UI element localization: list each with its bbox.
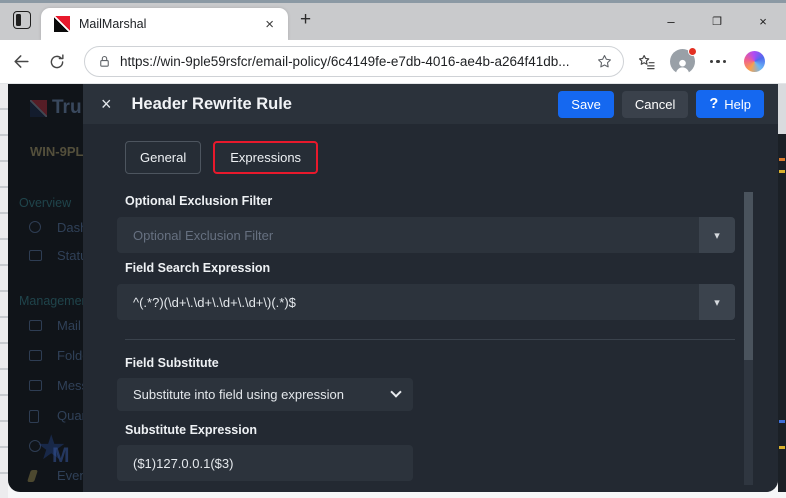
minimize-button[interactable]: – — [648, 3, 694, 40]
exclusion-filter-input[interactable] — [117, 217, 693, 253]
tab-expressions[interactable]: Expressions — [213, 141, 318, 174]
exclusion-filter-combo: ▾ — [117, 217, 735, 253]
help-button[interactable]: ? Help — [696, 90, 764, 118]
exclusion-filter-dropdown-button[interactable]: ▾ — [699, 217, 735, 253]
copilot-button[interactable] — [740, 48, 768, 76]
header-rewrite-rule-dialog: × Header Rewrite Rule Save Cancel ?Help … — [83, 84, 778, 492]
mail-servers-icon — [29, 320, 42, 331]
window-controls: – ❐ × — [648, 3, 786, 40]
tab-title: MailMarshal — [79, 17, 259, 31]
new-tab-button[interactable]: + — [288, 3, 323, 40]
dialog-scrollbar-track[interactable] — [744, 192, 753, 485]
page-right-edge-top — [778, 84, 786, 134]
events-bolt-icon — [27, 470, 38, 482]
tab-manager-icon[interactable] — [13, 11, 31, 29]
refresh-icon — [48, 53, 66, 71]
lock-icon — [97, 54, 112, 69]
dialog-header: × Header Rewrite Rule Save Cancel ? Help — [83, 84, 778, 124]
save-button[interactable]: Save — [558, 91, 614, 118]
mailmarshal-app-background: Tru WIN-9PLE Overview Dashb Status Manag… — [8, 84, 778, 492]
page-left-edge — [0, 84, 8, 498]
substitute-expression-label: Substitute Expression — [125, 423, 257, 437]
help-label: Help — [724, 97, 751, 112]
section-divider — [125, 339, 735, 340]
scroll-marker — [779, 158, 785, 161]
brand-text: Tru — [52, 97, 82, 119]
dashboard-icon — [29, 221, 41, 233]
exclusion-filter-label: Optional Exclusion Filter — [125, 194, 272, 208]
back-icon — [12, 52, 31, 71]
browser-toolbar: https://win-9ple59rsfcr/email-policy/6c4… — [0, 40, 786, 84]
dialog-scrollbar-thumb[interactable] — [744, 192, 753, 360]
sidebar-section-overview: Overview — [19, 196, 71, 210]
copilot-icon — [744, 51, 765, 72]
tab-close-icon[interactable]: × — [259, 14, 280, 35]
mailmarshal-favicon — [54, 16, 70, 32]
search-expression-dropdown-button[interactable]: ▾ — [699, 284, 735, 320]
dialog-title: Header Rewrite Rule — [132, 95, 551, 114]
search-expression-input[interactable] — [117, 284, 693, 320]
caret-down-icon: ▾ — [714, 229, 720, 242]
browser-titlebar: MailMarshal × + – ❐ × — [0, 3, 786, 40]
ellipsis-icon — [710, 60, 727, 64]
settings-more-button[interactable] — [704, 48, 732, 76]
field-substitute-value: Substitute into field using expression — [133, 387, 344, 402]
address-bar[interactable]: https://win-9ple59rsfcr/email-policy/6c4… — [84, 46, 624, 77]
dialog-tabs: General Expressions — [125, 141, 318, 174]
caret-down-icon: ▾ — [714, 296, 720, 309]
profile-button[interactable] — [668, 48, 696, 76]
trustwave-logo-icon — [30, 100, 47, 117]
messages-icon — [29, 380, 42, 391]
mailmarshal-watermark-letter: M — [52, 444, 70, 468]
chevron-down-icon — [390, 386, 401, 397]
notification-dot — [688, 47, 697, 56]
substitute-expression-input[interactable] — [117, 445, 413, 481]
scroll-marker — [779, 170, 785, 173]
maximize-button[interactable]: ❐ — [694, 3, 740, 40]
field-substitute-label: Field Substitute — [125, 356, 219, 370]
search-expression-label: Field Search Expression — [125, 261, 270, 275]
bookmark-star-icon[interactable] — [596, 53, 613, 70]
favorites-hub-button[interactable] — [632, 48, 660, 76]
sidebar-section-management: Management — [19, 294, 92, 308]
status-chart-icon — [29, 250, 42, 261]
back-button[interactable] — [6, 47, 36, 77]
person-icon — [673, 57, 692, 74]
folders-icon — [29, 350, 42, 361]
help-question-icon: ? — [709, 96, 718, 112]
url-text[interactable]: https://win-9ple59rsfcr/email-policy/6c4… — [120, 54, 596, 69]
browser-tab-mailmarshal[interactable]: MailMarshal × — [41, 8, 288, 40]
favorites-hub-icon — [637, 52, 656, 71]
dialog-close-icon[interactable]: × — [97, 95, 116, 113]
scroll-marker — [779, 446, 785, 449]
window-close-button[interactable]: × — [740, 3, 786, 40]
avatar — [670, 49, 695, 74]
quarantine-doc-icon — [29, 410, 39, 423]
field-substitute-select[interactable]: Substitute into field using expression — [117, 378, 413, 411]
cancel-button[interactable]: Cancel — [622, 91, 688, 118]
scroll-marker — [779, 420, 785, 423]
page-right-edge — [778, 84, 786, 492]
search-expression-combo: ▾ — [117, 284, 735, 320]
page-area: Tru WIN-9PLE Overview Dashb Status Manag… — [0, 84, 786, 498]
tab-general[interactable]: General — [125, 141, 201, 174]
refresh-button[interactable] — [42, 47, 72, 77]
